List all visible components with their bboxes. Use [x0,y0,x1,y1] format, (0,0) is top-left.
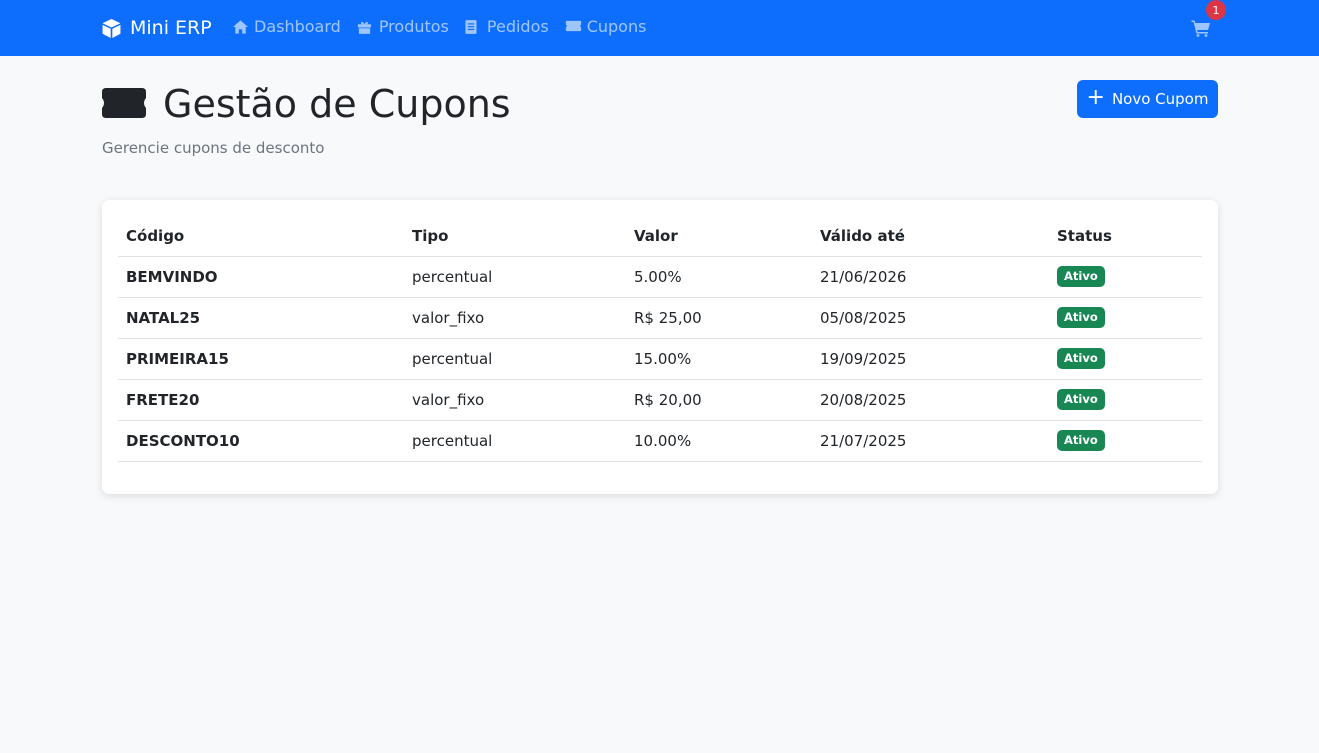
nav-link-produtos[interactable]: Produtos [357,17,449,36]
coupon-valid-until: 21/06/2026 [812,256,1049,298]
table-row: NATAL25 valor_fixo R$ 25,00 05/08/2025 A… [118,297,1202,339]
coupon-code: PRIMEIRA15 [118,338,404,380]
top-navbar: Mini ERP Dashboard Produtos Pedidos Cupo… [0,0,1319,56]
coupon-code: FRETE20 [118,379,404,421]
coupons-card: Código Tipo Valor Válido até Status BEMV… [102,200,1218,494]
coupon-valid-until: 20/08/2025 [812,379,1049,421]
column-header-type: Tipo [404,216,626,257]
coupon-code: DESCONTO10 [118,420,404,462]
box-icon [101,18,122,39]
coupon-status-cell: Ativo [1049,379,1202,421]
coupons-table: Código Tipo Valor Válido até Status BEMV… [118,216,1202,462]
document-icon [465,19,482,35]
table-row: DESCONTO10 percentual 10.00% 21/07/2025 … [118,420,1202,462]
coupon-status-cell: Ativo [1049,338,1202,380]
column-header-status: Status [1049,216,1202,257]
home-icon [232,19,249,35]
coupon-code: NATAL25 [118,297,404,339]
nav-link-label: Cupons [586,17,647,36]
new-coupon-label: Novo Cupom [1111,90,1209,108]
gift-icon [357,19,374,35]
coupon-value: 15.00% [626,338,812,380]
column-header-value: Valor [626,216,812,257]
page-subtitle: Gerencie cupons de desconto [102,139,325,157]
table-row: FRETE20 valor_fixo R$ 20,00 20/08/2025 A… [118,379,1202,421]
coupon-type: valor_fixo [404,379,626,421]
nav-link-label: Dashboard [254,17,341,36]
column-header-valid-until: Válido até [812,216,1049,257]
new-coupon-button[interactable]: + Novo Cupom [1077,80,1218,118]
coupon-status-cell: Ativo [1049,297,1202,339]
page-title: Gestão de Cupons [163,82,511,126]
coupon-valid-until: 21/07/2025 [812,420,1049,462]
coupon-status-cell: Ativo [1049,420,1202,462]
status-badge: Ativo [1057,348,1105,369]
plus-icon: + [1086,84,1105,110]
ticket-icon [101,87,147,119]
status-badge: Ativo [1057,307,1105,328]
coupon-valid-until: 05/08/2025 [812,297,1049,339]
coupon-type: percentual [404,420,626,462]
table-row: BEMVINDO percentual 5.00% 21/06/2026 Ati… [118,256,1202,298]
ticket-icon [565,19,582,35]
coupon-value: 5.00% [626,256,812,298]
table-header-row: Código Tipo Valor Válido até Status [118,216,1202,257]
cart-icon[interactable] [1191,19,1211,37]
nav-link-label: Pedidos [486,17,549,36]
coupon-status-cell: Ativo [1049,256,1202,298]
status-badge: Ativo [1057,266,1105,287]
coupon-valid-until: 19/09/2025 [812,338,1049,380]
coupon-type: percentual [404,256,626,298]
cart-count-badge: 1 [1206,0,1226,20]
nav-link-pedidos[interactable]: Pedidos [465,17,549,36]
coupon-value: R$ 20,00 [626,379,812,421]
brand-label: Mini ERP [130,17,212,39]
coupon-type: valor_fixo [404,297,626,339]
status-badge: Ativo [1057,389,1105,410]
coupon-value: 10.00% [626,420,812,462]
brand-link[interactable]: Mini ERP [101,14,212,42]
coupon-code: BEMVINDO [118,256,404,298]
coupon-type: percentual [404,338,626,380]
coupon-value: R$ 25,00 [626,297,812,339]
nav-link-cupons[interactable]: Cupons [565,17,647,36]
table-row: PRIMEIRA15 percentual 15.00% 19/09/2025 … [118,338,1202,380]
nav-link-dashboard[interactable]: Dashboard [232,17,341,36]
nav-links: Dashboard Produtos Pedidos Cupons [232,17,646,36]
column-header-code: Código [118,216,404,257]
status-badge: Ativo [1057,430,1105,451]
nav-link-label: Produtos [378,17,449,36]
